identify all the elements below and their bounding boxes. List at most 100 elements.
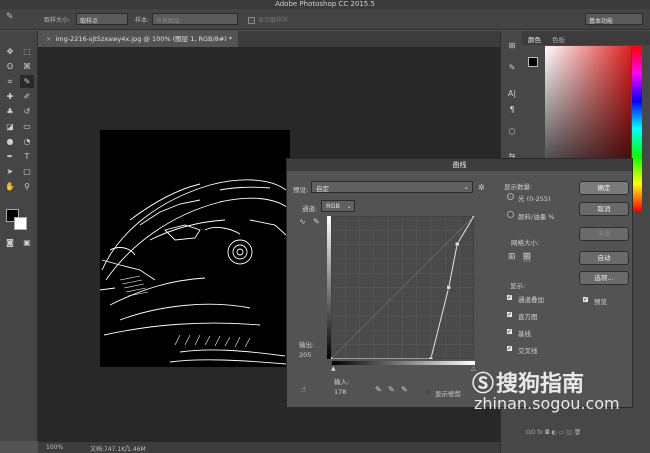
auto-button[interactable]: 自动 [579,251,629,265]
status-bar: 100% 文档:747.1K/1.46M › [38,442,513,453]
pigment-radio[interactable] [507,211,514,218]
brush-panel-icon[interactable]: ✎ [505,61,519,74]
show-clipping-checkbox[interactable] [424,388,431,395]
stamp-tool-icon[interactable]: ♣ [3,105,17,118]
output-value[interactable]: 205 [299,351,311,359]
watermark-url: zhinan.sogou.com [474,394,620,413]
lasso-tool-icon[interactable]: ʘ [3,60,17,73]
gray-eyedropper-icon[interactable]: ✎ [388,385,395,394]
preset-label: 预设: [293,186,309,194]
draw-pencil-icon[interactable]: ✎ [313,217,320,226]
input-label: 输入: [334,378,350,386]
marquee-tool-icon[interactable]: ⬚ [20,45,34,58]
blur-tool-icon[interactable]: ● [3,135,17,148]
healing-tool-icon[interactable]: ✚ [3,90,17,103]
output-label: 输出: [299,341,315,349]
sample-size-label: 取样大小: [44,17,71,24]
app-title: Adobe Photoshop CC 2015.5 [275,0,375,8]
input-gradient-bar [332,361,475,365]
chevron-down-icon: ⌄ [346,202,352,210]
input-value[interactable]: 178 [334,388,346,396]
move-tool-icon[interactable]: ✥ [3,45,17,58]
3d-panel-icon[interactable]: ⬡ [505,125,519,138]
options-button[interactable]: 选项... [579,271,629,285]
white-eyedropper-icon[interactable]: ✎ [401,385,408,394]
show-clipping-label: 显示修剪 [435,390,461,398]
grid-simple-icon[interactable]: ⊞ [508,252,516,262]
screen-mode-icon[interactable]: ▣ [20,236,34,249]
show-option-intersection: 交叉线 [518,347,538,355]
quick-mask-icon[interactable]: ◙ [3,236,17,249]
histogram-checkbox[interactable]: ✓ [506,311,513,318]
channel-select[interactable]: RGB ⌄ [321,200,355,212]
light-radio[interactable] [507,193,514,200]
preview-checkbox[interactable]: ✓ [582,296,589,303]
zoom-level[interactable]: 100% [46,444,63,451]
status-arrow-icon[interactable]: › [126,443,128,450]
brush-tool-icon[interactable]: ✐ [20,90,34,103]
pen-tool-icon[interactable]: ✒ [3,150,17,163]
path-select-icon[interactable]: ➤ [3,165,17,178]
black-point-slider[interactable]: ▲ [331,365,336,372]
paragraph-panel-icon[interactable]: ¶ [505,103,519,116]
show-ring-option[interactable]: 显示取样环 [248,15,288,24]
show-option-channel-overlay: 通道叠加 [518,296,544,304]
eyedropper-tool-icon[interactable]: ✎ [20,75,34,88]
show-ring-label: 显示取样环 [258,17,289,24]
preset-options-gear-icon[interactable]: ✲ [478,183,485,192]
sample-label: 样本: [135,17,150,24]
sample-size-select[interactable]: 取样点 [76,13,128,25]
gradient-tool-icon[interactable]: ▭ [20,120,34,133]
background-color-swatch[interactable] [14,217,27,230]
layer-panel-footer-icons[interactable]: GO fx ◘ ◐ ▭ ◫ 🗑 [526,429,581,436]
document-image[interactable] [100,130,290,367]
dodge-tool-icon[interactable]: ◔ [20,135,34,148]
curve-control-point[interactable] [471,216,474,219]
black-eyedropper-icon[interactable]: ✎ [375,385,382,394]
close-tab-icon[interactable]: × [46,35,51,43]
shape-tool-icon[interactable]: ▢ [20,165,34,178]
show-label: 显示: [510,282,526,290]
ok-button[interactable]: 确定 [579,181,629,195]
hue-slider[interactable] [632,46,642,211]
hand-tool-icon[interactable]: ✋ [3,180,17,193]
show-ring-checkbox[interactable] [248,17,255,24]
chevron-down-icon: ⌄ [463,183,469,191]
target-adjust-hand-icon[interactable]: ☝ [301,385,306,394]
character-panel-icon[interactable]: A| [505,87,519,100]
tab-color[interactable]: 颜色 [528,34,541,44]
sample-select[interactable]: 所有图层 [152,13,238,25]
document-tab[interactable]: × img-2216-sjt5zxawy4x.jpg @ 100% (图层 1, … [38,31,238,47]
curve-graph[interactable] [331,216,474,359]
history-panel-icon[interactable]: ⊞ [505,39,519,52]
panel-foreground-swatch[interactable] [528,57,538,67]
quick-select-icon[interactable]: ⌘ [20,60,34,73]
light-label: 光 (0-255) [518,195,551,203]
baseline-checkbox[interactable]: ✓ [506,328,513,335]
crop-tool-icon[interactable]: ⌗ [3,75,17,88]
channel-label: 通道: [302,205,318,213]
eraser-tool-icon[interactable]: ◪ [3,120,17,133]
smooth-button[interactable]: 平滑 [579,227,629,241]
channel-overlay-checkbox[interactable]: ✓ [506,294,513,301]
preset-value: 自定 [316,185,329,193]
edge-sketch-image [100,179,289,365]
curve-control-point[interactable] [428,356,434,359]
tools-panel: ✥ ⬚ ʘ ⌘ ⌗ ✎ ✚ ✐ ♣ ↺ ◪ ▭ ● ◔ ✒ T ➤ ▢ ✋ ⚲ … [0,31,38,441]
grid-detailed-icon[interactable]: ⊞ [523,252,531,262]
curve-control-point[interactable] [454,241,460,247]
zoom-tool-icon[interactable]: ⚲ [20,180,34,193]
cancel-button[interactable]: 取消 [579,202,629,216]
tab-swatches[interactable]: 色板 [552,34,565,44]
history-brush-icon[interactable]: ↺ [20,105,34,118]
eyedropper-icon[interactable]: ✎ [6,12,14,22]
options-bar: ✎ 取样大小: 取样点 样本: 所有图层 显示取样环 基本功能 [0,9,650,30]
curve-control-point[interactable] [446,284,452,290]
curve-control-point[interactable] [331,356,334,359]
intersection-checkbox[interactable]: ✓ [506,345,513,352]
workspace-select[interactable]: 基本功能 [585,13,643,25]
type-tool-icon[interactable]: T [20,150,34,163]
preset-select[interactable]: 自定 ⌄ [311,181,473,193]
edit-points-curve-icon[interactable]: ∿ [299,217,306,226]
document-tab-bar: × img-2216-sjt5zxawy4x.jpg @ 100% (图层 1, … [38,31,513,47]
